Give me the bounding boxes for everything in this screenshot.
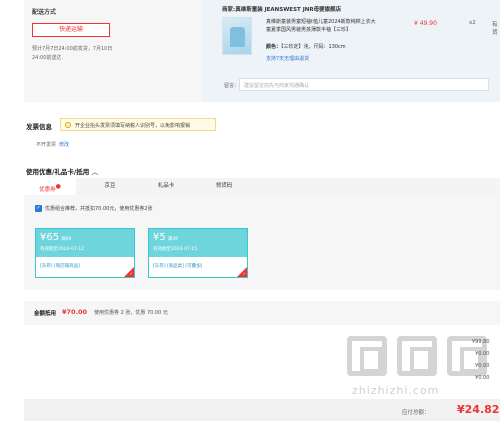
invoice-state: 不开发票 修改 <box>36 142 70 148</box>
coupon-panel: ✓ 优惠组合推荐，共抵扣70.00元，使用优惠券2张 ¥65 满99 有效期至20… <box>24 195 500 290</box>
discount-label: 金额抵用 <box>34 311 57 317</box>
price-summary: ¥99.80 ¥0.00 ¥0.00 ¥0.00 <box>472 339 490 381</box>
order-block: 配送方式 快递运输 预计7月7日24:00前发货，7月10日 24:00前送达 … <box>24 0 500 102</box>
pay-total-bar: 应付总额： ¥24.82 <box>24 399 500 421</box>
discount-summary: 金额抵用 ¥70.00 使用优惠券 2 张，优惠 70.00 元 <box>24 301 500 325</box>
delivery-method-button[interactable]: 快递运输 <box>32 23 110 37</box>
product-spec: 颜色：【三珍定】沌，尺码：130cm <box>266 44 346 50</box>
recommend-checkbox[interactable]: ✓ <box>35 205 42 212</box>
message-input[interactable]: 建议留言前先与商家沟通确认 <box>239 78 489 91</box>
chevron-up-icon[interactable]: ︿ <box>92 168 99 176</box>
tab-jingdou[interactable]: 京豆 <box>84 178 136 195</box>
coupon-section-title[interactable]: 使用优惠/礼品卡/抵用 ︿ <box>26 166 99 177</box>
pay-total-value: ¥24.82 <box>457 403 500 416</box>
coupon-card[interactable]: ¥5 满39 有效期至2024-07-15 [东券] [限品类] [可叠加] ✓ <box>148 228 248 278</box>
product-thumbnail[interactable] <box>222 17 252 55</box>
pay-total-label: 应付总额： <box>402 410 430 416</box>
discount-value: ¥70.00 <box>62 308 88 316</box>
shop-name[interactable]: 商家:真维斯童装 JEANSWEST JNR母婴旗舰店 <box>222 5 341 13</box>
info-icon: ! <box>65 122 71 128</box>
delivery-section: 配送方式 快递运输 预计7月7日24:00前发货，7月10日 24:00前送达 <box>32 2 202 63</box>
tab-pickup-code[interactable]: 领货码 <box>198 178 250 195</box>
order-item: 商家:真维斯童装 JEANSWEST JNR母婴旗舰店 真维斯童装男童短袖t恤儿… <box>202 0 500 102</box>
invoice-title: 发票信息 <box>26 123 52 131</box>
product-title[interactable]: 真维斯童装男童短袖t恤儿童2024新款纯棉上衣大童夏季国风男装男孩薄款半袖【三珍… <box>266 18 378 34</box>
tab-gift-card[interactable]: 礼品卡 <box>140 178 192 195</box>
recommend-label: 优惠组合推荐，共抵扣70.00元，使用优惠券2张 <box>45 206 153 212</box>
delivery-label: 配送方式 <box>32 9 57 16</box>
return-service: 支持7天无理由退货 <box>266 56 310 62</box>
product-price: ¥ 49.90 <box>414 20 437 27</box>
tab-coupons[interactable]: 优惠券● <box>24 178 76 195</box>
coupon-tabs: 优惠券● 京豆 礼品卡 领货码 <box>24 178 500 195</box>
discount-desc: 使用优惠券 2 张，优惠 70.00 元 <box>94 310 168 316</box>
product-quantity: x2 <box>469 20 476 26</box>
checkout-page: 配送方式 快递运输 预计7月7日24:00前发货，7月10日 24:00前送达 … <box>0 0 500 421</box>
invoice-modify-link[interactable]: 修改 <box>59 142 69 148</box>
coupon-card[interactable]: ¥65 满99 有效期至2024-07-12 [东券] [限店铺商品] ✓ <box>35 228 135 278</box>
message-label: 留言： <box>224 83 240 89</box>
watermark-text: zhizhizhi.com <box>352 384 440 397</box>
invoice-tip: ! 开企业抬头发票须填写纳税人识别号，以免影响报销 <box>60 118 216 131</box>
stock-status: 有货 <box>492 22 498 36</box>
delivery-estimate: 预计7月7日24:00前发货，7月10日 24:00前送达 <box>32 46 113 61</box>
